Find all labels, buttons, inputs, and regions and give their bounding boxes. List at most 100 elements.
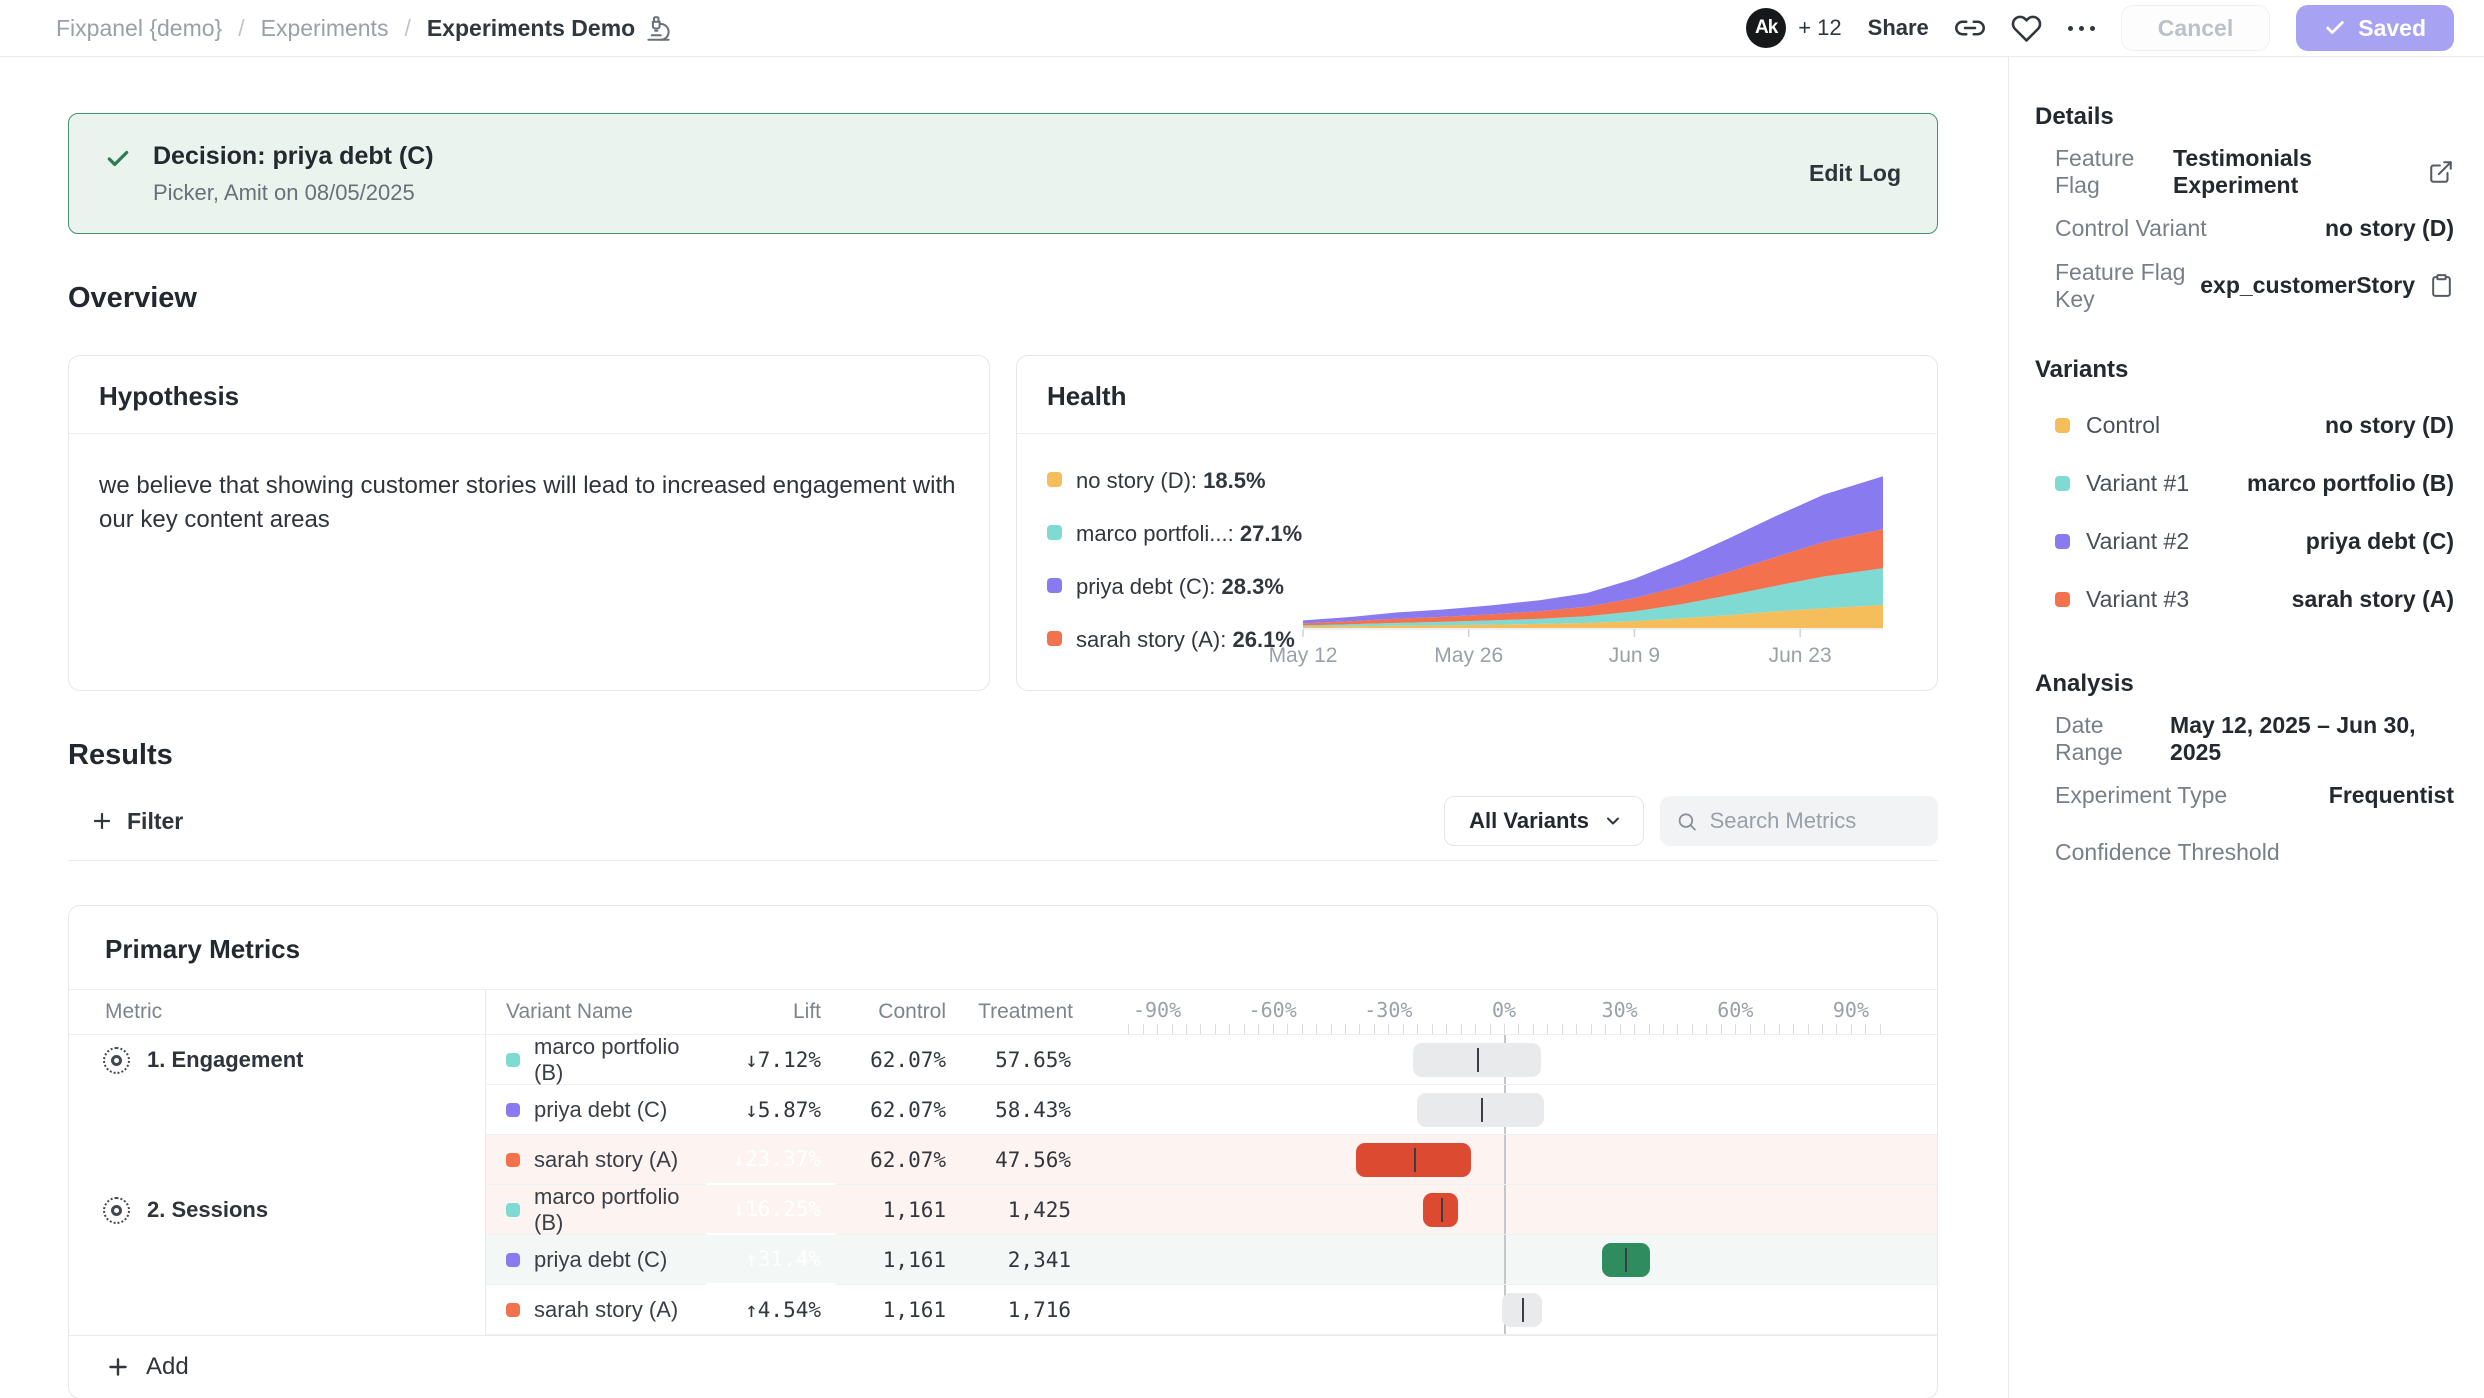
lift-cell: ↓7.12% — [706, 1035, 836, 1085]
treatment-value: 1,425 — [1008, 1198, 1071, 1222]
breadcrumb-separator: / — [238, 15, 244, 42]
share-button[interactable]: Share — [1868, 15, 1929, 41]
details-sidebar: Details Feature FlagTestimonials Experim… — [2008, 57, 2484, 1398]
column-metric: Metric — [69, 990, 486, 1034]
control-cell: 1,161 — [836, 1235, 956, 1285]
breadcrumb-experiments[interactable]: Experiments — [261, 15, 389, 42]
treatment-value: 57.65% — [995, 1048, 1071, 1072]
variant-key-label: Control — [2086, 412, 2160, 439]
lift-value: ↑31.4% — [745, 1247, 821, 1271]
legend-swatch-icon — [1047, 578, 1062, 593]
collaborators-overflow[interactable]: + 12 — [1798, 15, 1841, 41]
variants-heading: Variants — [2035, 356, 2454, 384]
variant-name: sarah story (A) — [534, 1147, 678, 1173]
search-metrics-input[interactable] — [1710, 808, 1922, 834]
zero-axis-line — [1504, 1235, 1506, 1284]
axis-tick-label: 90% — [1833, 998, 1869, 1022]
variant-row: Variant #1marco portfolio (B) — [2035, 454, 2454, 512]
analysis-label: Confidence Threshold — [2035, 839, 2280, 866]
metric-group: 1. Engagement marco portfolio (B) ↓7.12% 62… — [69, 1035, 1937, 1185]
axis-tick-label: 60% — [1717, 998, 1753, 1022]
avatar[interactable]: Ak — [1746, 8, 1786, 48]
lift-value: ↓23.37% — [732, 1147, 821, 1171]
detail-value: exp_customerStory — [2200, 272, 2454, 299]
overview-heading: Overview — [68, 282, 1938, 315]
metric-name: 2. Sessions — [147, 1197, 268, 1223]
detail-label: Feature Flag — [2035, 145, 2173, 199]
add-metric-button[interactable]: Add — [69, 1335, 1937, 1398]
column-lift: Lift — [706, 990, 836, 1034]
copy-link-icon[interactable] — [1955, 13, 1985, 43]
analysis-row: Date RangeMay 12, 2025 – Jun 30, 2025 — [2035, 710, 2454, 767]
ci-mean-tick — [1441, 1198, 1443, 1222]
external-link-icon[interactable] — [2428, 159, 2454, 185]
variant-row: Variant #2priya debt (C) — [2035, 512, 2454, 570]
decision-byline: Picker, Amit on 08/05/2025 — [153, 180, 434, 206]
ci-mean-tick — [1481, 1098, 1483, 1122]
variant-swatch-icon — [2055, 592, 2070, 607]
hypothesis-body: we believe that showing customer stories… — [69, 434, 989, 572]
control-cell: 1,161 — [836, 1185, 956, 1235]
cancel-button[interactable]: Cancel — [2121, 5, 2270, 51]
treatment-cell: 47.56% — [956, 1135, 1081, 1185]
hypothesis-title: Hypothesis — [69, 356, 989, 434]
variant-name: marco portfolio (B) — [534, 1034, 706, 1086]
variant-swatch-icon — [2055, 418, 2070, 433]
variant-key-label: Variant #1 — [2086, 470, 2189, 497]
analysis-label: Date Range — [2035, 712, 2170, 766]
variant-swatch-icon — [506, 1153, 520, 1167]
variant-name: sarah story (A) — [534, 1297, 678, 1323]
lift-value: ↓7.12% — [745, 1048, 821, 1072]
variant-value: no story (D) — [2325, 412, 2454, 439]
control-cell: 62.07% — [836, 1135, 956, 1185]
variant-swatch-icon — [506, 1303, 520, 1317]
microscope-icon — [645, 15, 672, 42]
variant-cell: marco portfolio (B) — [486, 1035, 706, 1085]
add-filter-button[interactable]: Filter — [68, 808, 183, 835]
treatment-cell: 1,425 — [956, 1185, 1081, 1235]
treatment-cell: 58.43% — [956, 1085, 1081, 1135]
x-axis-label: May 12 — [1269, 644, 1338, 667]
variant-row: Control no story (D) — [2035, 396, 2454, 454]
clipboard-icon[interactable] — [2429, 273, 2454, 298]
chevron-down-icon — [1603, 811, 1623, 831]
control-cell: 62.07% — [836, 1085, 956, 1135]
favorite-heart-icon[interactable] — [2011, 13, 2042, 44]
variant-value: sarah story (A) — [2292, 586, 2454, 613]
axis-tick-label: 30% — [1602, 998, 1638, 1022]
metric-link[interactable]: 1. Engagement — [69, 1035, 485, 1085]
legend-label: priya debt (C): 28.3% — [1076, 574, 1284, 600]
zero-axis-line — [1504, 1135, 1506, 1184]
ci-mean-tick — [1522, 1298, 1524, 1322]
decision-banner: Decision: priya debt (C) Picker, Amit on… — [68, 113, 1938, 234]
analysis-value: Frequentist — [2329, 782, 2454, 809]
primary-metrics-card: Primary Metrics Metric Variant Name Lift… — [68, 905, 1938, 1398]
ci-chart-cell — [1081, 1235, 1937, 1285]
lift-value: ↑4.54% — [745, 1298, 821, 1322]
metric-goal-icon — [103, 1047, 130, 1074]
more-options-icon[interactable] — [2068, 26, 2095, 31]
variants-dropdown[interactable]: All Variants — [1444, 796, 1644, 846]
axis-tick-label: -30% — [1364, 998, 1412, 1022]
variant-value: priya debt (C) — [2306, 528, 2454, 555]
breadcrumb-project[interactable]: Fixpanel {demo} — [56, 15, 222, 42]
axis-tick-label: 0% — [1492, 998, 1516, 1022]
treatment-value: 47.56% — [995, 1148, 1071, 1172]
edit-log-button[interactable]: Edit Log — [1809, 160, 1901, 187]
axis-tick-strip — [1081, 1023, 1937, 1034]
control-value: 62.07% — [870, 1148, 946, 1172]
variant-swatch-icon — [2055, 534, 2070, 549]
lift-value: ↓16.25% — [732, 1197, 821, 1221]
variant-cell: priya debt (C) — [486, 1085, 706, 1135]
control-cell: 62.07% — [836, 1035, 956, 1085]
detail-label: Control Variant — [2035, 215, 2207, 242]
legend-value: 18.5% — [1203, 468, 1265, 493]
variant-name: marco portfolio (B) — [534, 1184, 706, 1236]
treatment-cell: 57.65% — [956, 1035, 1081, 1085]
metric-link[interactable]: 2. Sessions — [69, 1185, 485, 1235]
ci-chart-cell — [1081, 1185, 1937, 1235]
detail-value[interactable]: Testimonials Experiment — [2173, 145, 2454, 199]
variant-swatch-icon — [506, 1053, 520, 1067]
saved-button[interactable]: Saved — [2296, 5, 2454, 51]
variant-cell: marco portfolio (B) — [486, 1185, 706, 1235]
